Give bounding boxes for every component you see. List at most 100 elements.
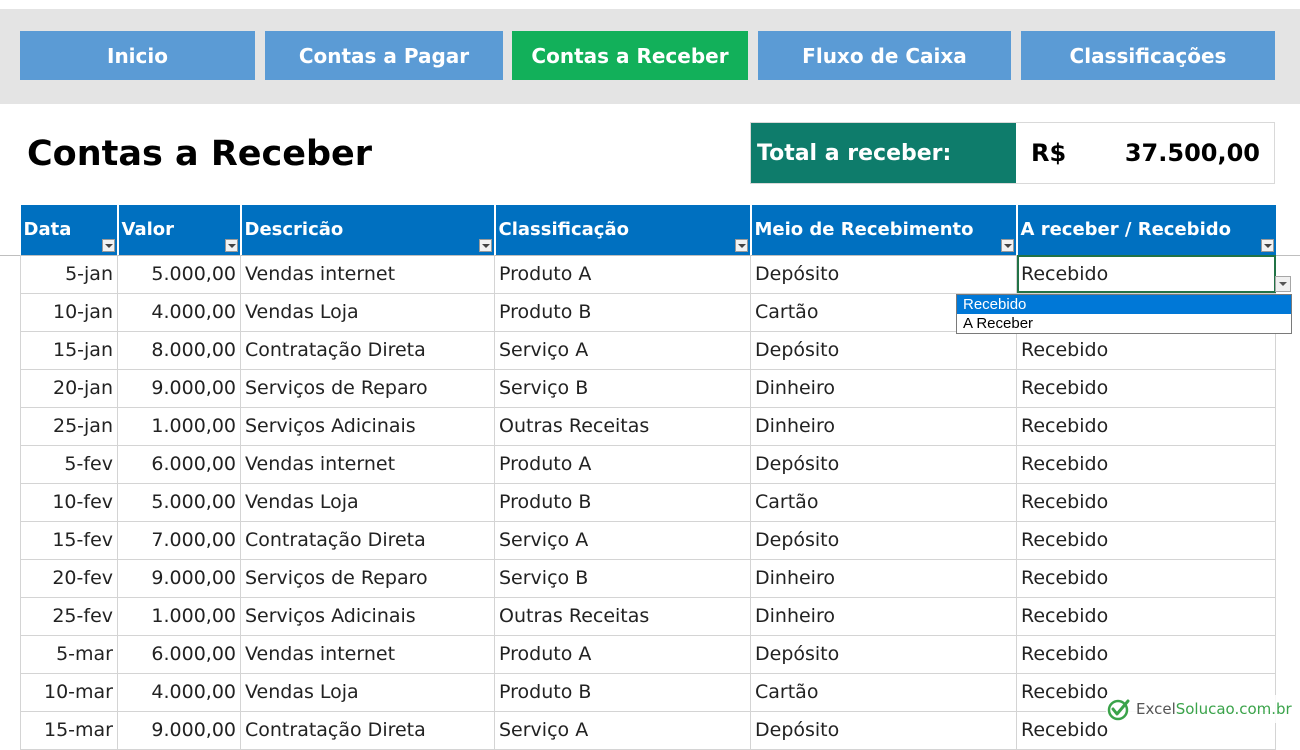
table-row: 25-fev 1.000,00 Serviços Adicinais Outras R… xyxy=(20,597,1276,636)
cell-data[interactable]: 20-fev xyxy=(20,559,118,598)
cell-descricao[interactable]: Contratação Direta xyxy=(240,521,495,560)
table-row: 15-mar 9.000,00 Contratação Direta Serviço … xyxy=(20,711,1276,750)
cell-descricao[interactable]: Vendas internet xyxy=(240,255,495,294)
cell-descricao[interactable]: Vendas internet xyxy=(240,635,495,674)
cell-status[interactable]: Recebido xyxy=(1016,559,1276,598)
cell-descricao[interactable]: Vendas Loja xyxy=(240,293,495,332)
nav-button-contas-a-pagar[interactable]: Contas a Pagar xyxy=(265,31,503,80)
cell-valor[interactable]: 1.000,00 xyxy=(117,597,241,636)
cell-data[interactable]: 25-jan xyxy=(20,407,118,446)
cell-status[interactable]: Recebido xyxy=(1016,521,1276,560)
filter-dropdown-icon[interactable] xyxy=(1260,239,1274,252)
cell-classificacao[interactable]: Outras Receitas xyxy=(494,407,751,446)
cell-data[interactable]: 10-mar xyxy=(20,673,118,712)
cell-meio[interactable]: Depósito xyxy=(750,331,1017,370)
cell-descricao[interactable]: Vendas Loja xyxy=(240,483,495,522)
cell-descricao[interactable]: Serviços Adicinais xyxy=(240,407,495,446)
table-row: 5-jan 5.000,00 Vendas internet Produto A Dep… xyxy=(20,255,1276,294)
column-header-meio-de-recebimento: Meio de Recebimento xyxy=(750,205,1018,255)
filter-dropdown-icon[interactable] xyxy=(734,239,748,252)
cell-data[interactable]: 15-fev xyxy=(20,521,118,560)
cell-classificacao[interactable]: Produto B xyxy=(494,673,751,712)
cell-valor[interactable]: 6.000,00 xyxy=(117,445,241,484)
cell-data[interactable]: 5-mar xyxy=(20,635,118,674)
filter-dropdown-icon[interactable] xyxy=(224,239,238,252)
table-row: 10-mar 4.000,00 Vendas Loja Produto B Cartão… xyxy=(20,673,1276,712)
table-row: 5-mar 6.000,00 Vendas internet Produto A Dep… xyxy=(20,635,1276,674)
cell-classificacao[interactable]: Produto A xyxy=(494,255,751,294)
cell-status[interactable]: Recebido xyxy=(1016,369,1276,408)
receivables-table: Data Valor Descricão Classificação Meio … xyxy=(20,205,1276,750)
cell-valor[interactable]: 9.000,00 xyxy=(117,369,241,408)
nav-button-classificacoes[interactable]: Classificações xyxy=(1021,31,1275,80)
table-row: 25-jan 1.000,00 Serviços Adicinais Outras R… xyxy=(20,407,1276,446)
cell-classificacao[interactable]: Serviço A xyxy=(494,521,751,560)
filter-dropdown-icon[interactable] xyxy=(478,239,492,252)
cell-meio[interactable]: Depósito xyxy=(750,445,1017,484)
cell-valor[interactable]: 5.000,00 xyxy=(117,255,241,294)
cell-classificacao[interactable]: Produto A xyxy=(494,445,751,484)
cell-valor[interactable]: 6.000,00 xyxy=(117,635,241,674)
cell-meio[interactable]: Depósito xyxy=(750,255,1017,294)
filter-dropdown-icon[interactable] xyxy=(1000,239,1014,252)
cell-data[interactable]: 10-fev xyxy=(20,483,118,522)
cell-descricao[interactable]: Serviços de Reparo xyxy=(240,369,495,408)
cell-data[interactable]: 10-jan xyxy=(20,293,118,332)
cell-classificacao[interactable]: Serviço B xyxy=(494,559,751,598)
cell-status[interactable]: Recebido xyxy=(1016,483,1276,522)
cell-meio[interactable]: Cartão xyxy=(750,673,1017,712)
nav-button-inicio[interactable]: Inicio xyxy=(20,31,255,80)
cell-data[interactable]: 5-jan xyxy=(20,255,118,294)
total-currency: R$ xyxy=(1031,139,1067,167)
cell-dropdown-arrow-icon[interactable] xyxy=(1275,276,1291,292)
column-header-status: A receber / Recebido xyxy=(1016,205,1276,255)
dropdown-option-recebido[interactable]: Recebido xyxy=(957,295,1291,314)
column-header-descricao: Descricão xyxy=(240,205,496,255)
cell-data[interactable]: 15-mar xyxy=(20,711,118,750)
cell-descricao[interactable]: Serviços de Reparo xyxy=(240,559,495,598)
cell-status[interactable]: Recebido xyxy=(1016,445,1276,484)
cell-status[interactable]: Recebido xyxy=(1016,331,1276,370)
nav-button-contas-a-receber[interactable]: Contas a Receber xyxy=(512,31,748,80)
cell-status[interactable]: Recebido xyxy=(1016,255,1276,294)
cell-classificacao[interactable]: Outras Receitas xyxy=(494,597,751,636)
cell-classificacao[interactable]: Serviço A xyxy=(494,711,751,750)
cell-meio[interactable]: Depósito xyxy=(750,521,1017,560)
cell-valor[interactable]: 9.000,00 xyxy=(117,559,241,598)
cell-data[interactable]: 15-jan xyxy=(20,331,118,370)
cell-classificacao[interactable]: Produto B xyxy=(494,293,751,332)
cell-classificacao[interactable]: Produto B xyxy=(494,483,751,522)
cell-meio[interactable]: Dinheiro xyxy=(750,369,1017,408)
cell-meio[interactable]: Dinheiro xyxy=(750,559,1017,598)
cell-valor[interactable]: 4.000,00 xyxy=(117,293,241,332)
dropdown-option-a-receber[interactable]: A Receber xyxy=(957,314,1291,333)
cell-meio[interactable]: Cartão xyxy=(750,483,1017,522)
cell-classificacao[interactable]: Serviço A xyxy=(494,331,751,370)
cell-valor[interactable]: 1.000,00 xyxy=(117,407,241,446)
cell-meio[interactable]: Depósito xyxy=(750,711,1017,750)
nav-button-fluxo-de-caixa[interactable]: Fluxo de Caixa xyxy=(758,31,1011,80)
cell-status[interactable]: Recebido xyxy=(1016,597,1276,636)
cell-classificacao[interactable]: Produto A xyxy=(494,635,751,674)
cell-valor[interactable]: 9.000,00 xyxy=(117,711,241,750)
cell-descricao[interactable]: Contratação Direta xyxy=(240,331,495,370)
cell-valor[interactable]: 4.000,00 xyxy=(117,673,241,712)
cell-meio[interactable]: Dinheiro xyxy=(750,597,1017,636)
cell-data[interactable]: 20-jan xyxy=(20,369,118,408)
cell-valor[interactable]: 8.000,00 xyxy=(117,331,241,370)
cell-meio[interactable]: Dinheiro xyxy=(750,407,1017,446)
cell-valor[interactable]: 5.000,00 xyxy=(117,483,241,522)
cell-descricao[interactable]: Contratação Direta xyxy=(240,711,495,750)
cell-descricao[interactable]: Vendas internet xyxy=(240,445,495,484)
cell-meio[interactable]: Depósito xyxy=(750,635,1017,674)
cell-status[interactable]: Recebido xyxy=(1016,635,1276,674)
cell-status[interactable]: Recebido xyxy=(1016,407,1276,446)
cell-valor[interactable]: 7.000,00 xyxy=(117,521,241,560)
cell-classificacao[interactable]: Serviço B xyxy=(494,369,751,408)
cell-descricao[interactable]: Vendas Loja xyxy=(240,673,495,712)
cell-descricao[interactable]: Serviços Adicinais xyxy=(240,597,495,636)
filter-dropdown-icon[interactable] xyxy=(101,239,115,252)
cell-data[interactable]: 25-fev xyxy=(20,597,118,636)
cell-data[interactable]: 5-fev xyxy=(20,445,118,484)
page-title: Contas a Receber xyxy=(27,134,373,174)
